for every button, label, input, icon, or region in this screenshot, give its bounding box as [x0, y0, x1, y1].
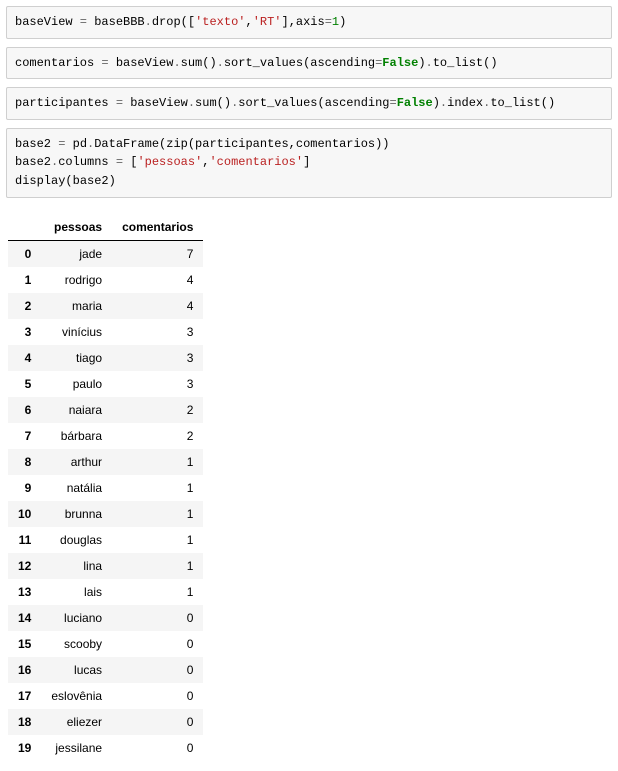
- row-index: 1: [8, 267, 41, 293]
- table-row: 4tiago3: [8, 345, 203, 371]
- col-header-pessoas: pessoas: [41, 214, 112, 241]
- row-index: 4: [8, 345, 41, 371]
- code-text: participantes = baseView.sum().sort_valu…: [15, 96, 555, 110]
- table-row: 3vinícius3: [8, 319, 203, 345]
- row-index: 19: [8, 735, 41, 761]
- row-index: 18: [8, 709, 41, 735]
- cell-pessoas: eliezer: [41, 709, 112, 735]
- cell-pessoas: jessilane: [41, 735, 112, 761]
- cell-pessoas: natália: [41, 475, 112, 501]
- row-index: 17: [8, 683, 41, 709]
- cell-comentarios: 1: [112, 579, 203, 605]
- table-row: 15scooby0: [8, 631, 203, 657]
- cell-pessoas: rodrigo: [41, 267, 112, 293]
- cell-pessoas: scooby: [41, 631, 112, 657]
- code-text: base2 = pd.DataFrame(zip(participantes,c…: [15, 137, 390, 188]
- code-cell-3[interactable]: participantes = baseView.sum().sort_valu…: [6, 87, 612, 120]
- cell-comentarios: 3: [112, 319, 203, 345]
- row-index: 11: [8, 527, 41, 553]
- cell-comentarios: 2: [112, 397, 203, 423]
- table-row: 10brunna1: [8, 501, 203, 527]
- row-index: 15: [8, 631, 41, 657]
- row-index: 8: [8, 449, 41, 475]
- col-header-comentarios: comentarios: [112, 214, 203, 241]
- table-row: 17eslovênia0: [8, 683, 203, 709]
- cell-comentarios: 2: [112, 423, 203, 449]
- table-row: 1rodrigo4: [8, 267, 203, 293]
- cell-comentarios: 3: [112, 345, 203, 371]
- cell-pessoas: lucas: [41, 657, 112, 683]
- row-index: 10: [8, 501, 41, 527]
- table-row: 0jade7: [8, 240, 203, 267]
- cell-pessoas: naiara: [41, 397, 112, 423]
- cell-comentarios: 7: [112, 240, 203, 267]
- row-index: 16: [8, 657, 41, 683]
- table-row: 12lina1: [8, 553, 203, 579]
- code-text: comentarios = baseView.sum().sort_values…: [15, 56, 498, 70]
- cell-pessoas: luciano: [41, 605, 112, 631]
- cell-pessoas: douglas: [41, 527, 112, 553]
- table-row: 9natália1: [8, 475, 203, 501]
- table-row: 11douglas1: [8, 527, 203, 553]
- output-area: pessoas comentarios 0jade71rodrigo42mari…: [6, 206, 612, 761]
- table-row: 5paulo3: [8, 371, 203, 397]
- cell-comentarios: 1: [112, 449, 203, 475]
- table-row: 16lucas0: [8, 657, 203, 683]
- cell-comentarios: 4: [112, 267, 203, 293]
- cell-pessoas: paulo: [41, 371, 112, 397]
- code-cell-4[interactable]: base2 = pd.DataFrame(zip(participantes,c…: [6, 128, 612, 198]
- table-row: 6naiara2: [8, 397, 203, 423]
- cell-comentarios: 1: [112, 475, 203, 501]
- cell-comentarios: 0: [112, 709, 203, 735]
- cell-comentarios: 0: [112, 605, 203, 631]
- table-row: 7bárbara2: [8, 423, 203, 449]
- cell-comentarios: 1: [112, 553, 203, 579]
- table-row: 19jessilane0: [8, 735, 203, 761]
- index-header: [8, 214, 41, 241]
- table-row: 18eliezer0: [8, 709, 203, 735]
- table-row: 2maria4: [8, 293, 203, 319]
- row-index: 9: [8, 475, 41, 501]
- cell-pessoas: lais: [41, 579, 112, 605]
- cell-comentarios: 4: [112, 293, 203, 319]
- row-index: 14: [8, 605, 41, 631]
- code-text: baseView = baseBBB.drop(['texto','RT'],a…: [15, 15, 346, 29]
- cell-pessoas: bárbara: [41, 423, 112, 449]
- row-index: 6: [8, 397, 41, 423]
- cell-pessoas: lina: [41, 553, 112, 579]
- row-index: 3: [8, 319, 41, 345]
- row-index: 13: [8, 579, 41, 605]
- table-row: 13lais1: [8, 579, 203, 605]
- row-index: 5: [8, 371, 41, 397]
- table-row: 8arthur1: [8, 449, 203, 475]
- row-index: 2: [8, 293, 41, 319]
- cell-comentarios: 3: [112, 371, 203, 397]
- row-index: 0: [8, 240, 41, 267]
- cell-pessoas: eslovênia: [41, 683, 112, 709]
- table-row: 14luciano0: [8, 605, 203, 631]
- cell-comentarios: 0: [112, 631, 203, 657]
- code-cell-1[interactable]: baseView = baseBBB.drop(['texto','RT'],a…: [6, 6, 612, 39]
- code-cell-2[interactable]: comentarios = baseView.sum().sort_values…: [6, 47, 612, 80]
- cell-pessoas: brunna: [41, 501, 112, 527]
- cell-comentarios: 0: [112, 683, 203, 709]
- cell-pessoas: tiago: [41, 345, 112, 371]
- cell-comentarios: 1: [112, 527, 203, 553]
- cell-comentarios: 1: [112, 501, 203, 527]
- cell-pessoas: vinícius: [41, 319, 112, 345]
- table-header-row: pessoas comentarios: [8, 214, 203, 241]
- cell-comentarios: 0: [112, 657, 203, 683]
- row-index: 7: [8, 423, 41, 449]
- cell-pessoas: jade: [41, 240, 112, 267]
- row-index: 12: [8, 553, 41, 579]
- cell-pessoas: maria: [41, 293, 112, 319]
- cell-pessoas: arthur: [41, 449, 112, 475]
- cell-comentarios: 0: [112, 735, 203, 761]
- dataframe-table: pessoas comentarios 0jade71rodrigo42mari…: [8, 214, 203, 761]
